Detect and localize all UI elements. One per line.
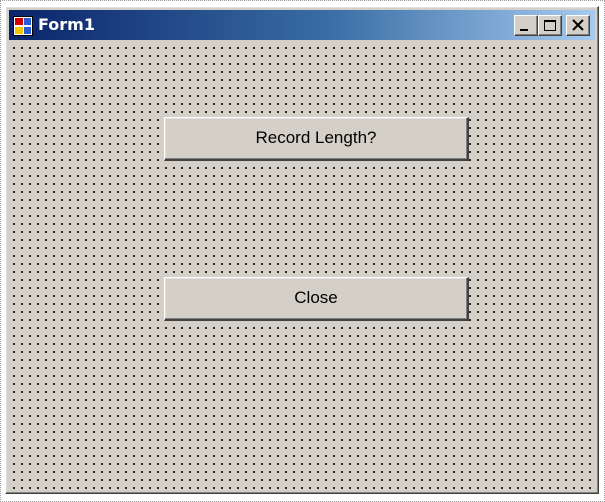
- title-bar[interactable]: Form1: [9, 10, 595, 40]
- close-window-button[interactable]: [566, 15, 590, 36]
- maximize-button[interactable]: [538, 15, 562, 36]
- form-client-area: Record Length? Close: [9, 43, 595, 490]
- window-title: Form1: [38, 15, 95, 34]
- close-button[interactable]: Close: [164, 277, 469, 321]
- designer-surface: Form1 Record Length? Close: [0, 0, 605, 502]
- record-length-button[interactable]: Record Length?: [164, 117, 469, 161]
- minimize-button[interactable]: [514, 15, 538, 36]
- form-icon: [13, 16, 33, 36]
- maximize-icon: [544, 20, 556, 31]
- minimize-icon: [520, 29, 528, 31]
- form-window[interactable]: Form1 Record Length? Close: [5, 6, 599, 494]
- close-icon: [572, 19, 584, 31]
